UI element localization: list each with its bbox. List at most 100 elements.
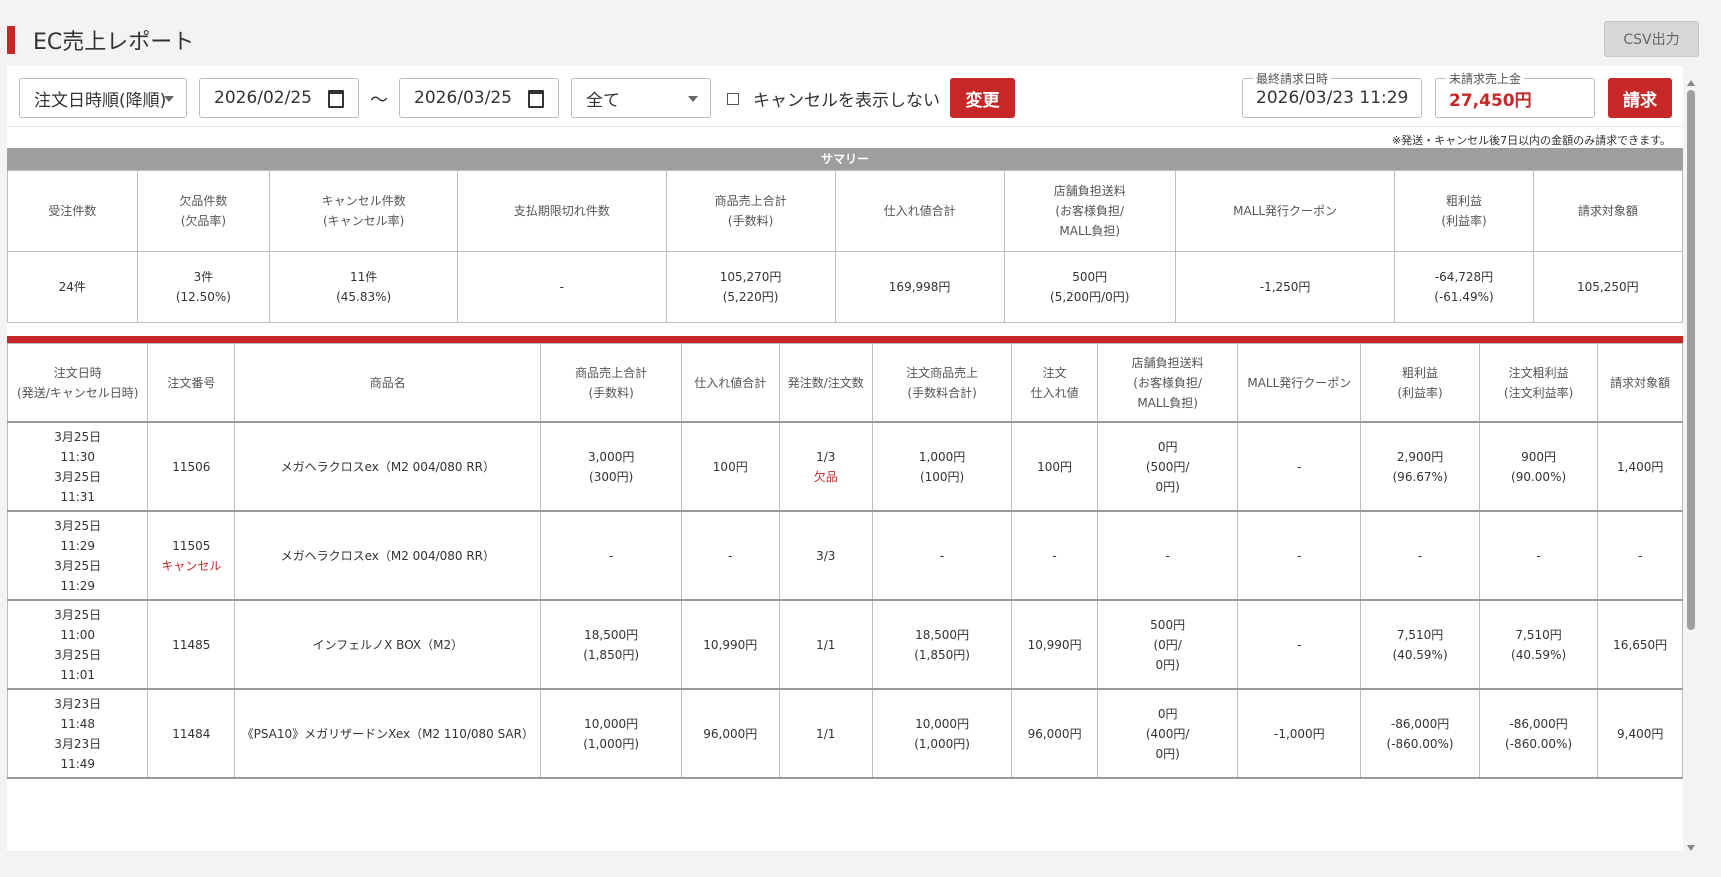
billable-cell-text: - (1638, 548, 1643, 563)
product-name-cell: 《PSA10》メガリザードンXex（M2 110/080 SAR） (234, 688, 542, 779)
shipping-line: (0円/ (1153, 637, 1182, 652)
summary-value-line: (5,200円/0円) (1050, 290, 1130, 304)
summary-header-cell: 受注件数 (7, 170, 138, 252)
cost-total-cell: 96,000円 (680, 688, 780, 779)
date-from-value: 2026/02/25 (214, 88, 312, 108)
orders-header-cell: MALL発行クーポン (1237, 343, 1362, 423)
hide-cancel-label: キャンセルを表示しない (753, 91, 940, 111)
profit-line: 7,510円 (1396, 627, 1444, 642)
product-name-cell: インフェルノX BOX（M2） (234, 599, 542, 690)
profit-cell: 2,900円 (96.67%) (1360, 421, 1480, 512)
summary-header: サマリー (7, 148, 1683, 170)
summary-header-line: 粗利益 (1446, 194, 1483, 208)
orders-header-line: 商品売上合計 (575, 365, 648, 380)
order-number-cell: 11485 (147, 599, 236, 690)
quantity-cell: 1/1 (778, 599, 873, 690)
summary-value-line: - (559, 280, 564, 294)
orders-header-line: MALL発行クーポン (1247, 375, 1352, 390)
sales-total-cell: 18,500円 (1,850円) (540, 599, 682, 690)
orders-header-line: (手数料合計) (907, 385, 977, 400)
order-number-cell-text: 11485 (172, 637, 211, 652)
orders-header-line: 注文商品売上 (906, 365, 979, 380)
profit-cell: - (1360, 510, 1480, 601)
summary-value-line: 500円 (1072, 270, 1108, 284)
summary-value-cell: 24件 (7, 251, 138, 323)
order-sales-cell: 18,500円 (1,850円) (871, 599, 1013, 690)
table-row[interactable]: 3月25日 11:29 3月25日 11:29 11505 キャンセル メガヘラクロスex（… (7, 510, 1683, 601)
coupon-cell-text: - (1297, 459, 1302, 474)
hide-cancel-toggle[interactable]: キャンセルを表示しない (727, 86, 940, 111)
shipping-line: 0円 (1157, 439, 1178, 454)
order-datetime-line: 11:48 (60, 716, 96, 731)
order-number-cell: 11506 (147, 421, 236, 512)
order-datetime-line: 11:49 (60, 756, 96, 771)
summary-header-line: MALL発行クーポン (1233, 204, 1338, 218)
calendar-icon[interactable] (528, 90, 544, 108)
date-from-input[interactable]: 2026/02/25 (199, 78, 359, 118)
orders-header-line: (発送/キャンセル日時) (17, 385, 139, 400)
orders-header-line: 注文日時 (53, 365, 102, 380)
order-datetime-cell: 3月25日 11:30 3月25日 11:31 (7, 421, 149, 512)
title-accent-bar (7, 26, 15, 54)
date-to-value: 2026/03/25 (414, 88, 512, 108)
cost-total-cell-text: 100円 (712, 459, 748, 474)
last-billing-label: 最終請求日時 (1253, 70, 1332, 87)
csv-export-button[interactable]: CSV出力 (1604, 21, 1699, 57)
product-name-cell-text: メガヘラクロスex（M2 004/080 RR） (280, 459, 496, 474)
scrollbar-thumb[interactable] (1687, 90, 1695, 630)
summary-value-line: -1,250円 (1259, 280, 1311, 294)
bill-button[interactable]: 請求 (1608, 78, 1672, 118)
summary-value-cell: - (457, 251, 667, 323)
order-profit-cell: 7,510円 (40.59%) (1478, 599, 1599, 690)
summary-header-line: (手数料) (727, 214, 774, 228)
vertical-scrollbar[interactable] (1684, 78, 1698, 853)
profit-cell: -86,000円 (-860.00%) (1360, 688, 1480, 779)
quantity-cell: 3/3 (778, 510, 873, 601)
scroll-up-arrow-icon[interactable] (1687, 80, 1695, 86)
billing-note: ※発送・キャンセル後7日以内の金額のみ請求できます。 (1391, 134, 1671, 147)
summary-value-line: 3件 (193, 270, 214, 284)
sales-total-cell: 3,000円 (300円) (540, 421, 682, 512)
order-profit-line: - (1536, 548, 1541, 563)
order-profit-line: 7,510円 (1515, 627, 1562, 642)
cost-total-cell-text: 10,990円 (703, 637, 758, 652)
cost-total-cell: 100円 (680, 421, 780, 512)
quantity-cell: 1/1 (778, 688, 873, 779)
sales-total-line: 10,000円 (584, 716, 639, 731)
summary-header-line: 受注件数 (48, 204, 97, 218)
order-datetime-line: 3月25日 (54, 518, 102, 533)
billable-cell: - (1597, 510, 1683, 601)
summary-header-cell: キャンセル件数 (キャンセル率) (269, 170, 459, 252)
orders-header-cell: 注文番号 (147, 343, 236, 423)
summary-value-line: 105,250円 (1577, 280, 1639, 294)
orders-header-line: 商品名 (369, 375, 406, 390)
sort-order-select[interactable]: 注文日時順(降順) (19, 78, 187, 118)
order-sales-line: (100円) (919, 469, 965, 484)
order-datetime-line: 3月23日 (54, 736, 102, 751)
order-cost-cell: 10,990円 (1011, 599, 1098, 690)
coupon-cell: - (1237, 510, 1362, 601)
sort-order-value: 注文日時順(降順) (34, 90, 167, 111)
table-row[interactable]: 3月25日 11:30 3月25日 11:31 11506 メガヘラクロスex（M2 00… (7, 421, 1683, 512)
summary-header-line: (欠品率) (180, 214, 227, 228)
apply-filter-button[interactable]: 変更 (950, 78, 1015, 118)
order-profit-line: 900円 (1521, 449, 1557, 464)
cost-total-cell-text: 96,000円 (703, 726, 758, 741)
unbilled-sales-value: 27,450円 (1449, 90, 1532, 111)
table-row[interactable]: 3月25日 11:00 3月25日 11:01 11485 インフェルノX BOX（M2）… (7, 599, 1683, 690)
table-row[interactable]: 3月23日 11:48 3月23日 11:49 11484 《PSA10》メガリザードンX… (7, 688, 1683, 779)
billable-cell: 9,400円 (1597, 688, 1683, 779)
summary-header-cell: MALL発行クーポン (1174, 170, 1396, 252)
billable-cell-text: 1,400円 (1617, 459, 1664, 474)
scroll-down-arrow-icon[interactable] (1687, 845, 1695, 851)
orders-header-line: (利益率) (1397, 385, 1443, 400)
calendar-icon[interactable] (328, 90, 344, 108)
toolbar-divider (7, 126, 1683, 127)
order-profit-cell: 900円 (90.00%) (1478, 421, 1599, 512)
summary-header-line: MALL負担) (1059, 224, 1121, 238)
hide-cancel-checkbox[interactable] (727, 92, 739, 105)
summary-value-line: 24件 (58, 280, 86, 294)
order-datetime-line: 3月25日 (54, 469, 102, 484)
date-to-input[interactable]: 2026/03/25 (399, 78, 559, 118)
status-filter-select[interactable]: 全て (571, 78, 711, 118)
